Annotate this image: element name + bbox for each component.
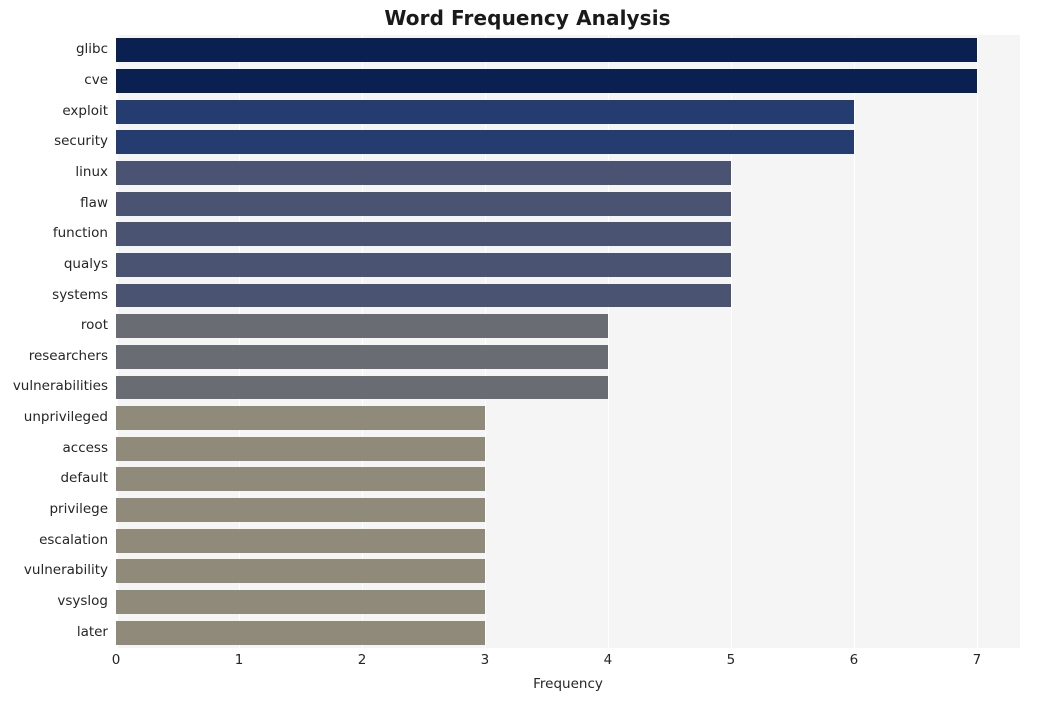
y-axis-labels: glibc cve exploit security linux flaw function… [0,35,116,648]
y-tick-label-root: root [80,317,108,334]
bar-row [116,498,1020,523]
y-tick-label-flaw: flaw [80,194,108,211]
y-tick-label-default: default [60,470,108,487]
bar-row [116,191,1020,216]
y-tick-label-function: function [52,225,108,242]
bar-cve[interactable] [116,69,977,93]
y-tick-label-later: later [76,623,108,640]
bar-security[interactable] [116,130,854,155]
bar-row [116,283,1020,308]
bar-row [116,375,1020,400]
bar-glibc[interactable] [116,38,977,63]
y-tick-label-researchers: researchers [28,347,108,364]
bar-row [116,99,1020,124]
y-tick-label-vulnerabilities: vulnerabilities [12,378,108,395]
plot-area [116,35,1020,648]
bar-exploit[interactable] [116,99,854,124]
y-tick-label-vulnerability: vulnerability [23,562,108,579]
bar-row [116,314,1020,339]
bar-row [116,160,1020,185]
y-tick-label-qualys: qualys [63,255,108,272]
word-frequency-chart: Word Frequency Analysis glibc cve exploit s… [0,0,1055,701]
bar-access[interactable] [116,436,485,461]
x-tick-label-0: 0 [111,652,121,668]
y-tick-label-escalation: escalation [39,531,108,548]
y-tick-label-vsyslog: vsyslog [57,593,108,610]
bar-row [116,436,1020,461]
y-tick-label-privilege: privilege [49,501,108,518]
bar-later[interactable] [116,620,485,645]
y-tick-label-linux: linux [75,163,108,180]
bar-row [116,69,1020,93]
bar-vulnerabilities[interactable] [116,375,608,400]
bar-vulnerability[interactable] [116,559,485,584]
bar-row [116,344,1020,369]
bar-row [116,130,1020,155]
x-tick-label-1: 1 [234,652,244,668]
bars-layer [116,35,1020,648]
bar-function[interactable] [116,222,731,247]
y-tick-label-security: security [54,133,108,150]
bar-escalation[interactable] [116,528,485,553]
bar-row [116,590,1020,614]
y-tick-label-exploit: exploit [62,102,108,119]
bar-row [116,467,1020,492]
x-tick-label-2: 2 [357,652,367,668]
y-tick-label-access: access [62,439,109,456]
y-tick-label-cve: cve [84,71,108,88]
bar-linux[interactable] [116,160,731,185]
x-tick-label-5: 5 [726,652,736,668]
bar-default[interactable] [116,467,485,492]
bar-flaw[interactable] [116,191,731,216]
y-tick-label-systems: systems [52,286,108,303]
bar-row [116,406,1020,431]
bar-systems[interactable] [116,283,731,308]
bar-row [116,252,1020,277]
bar-row [116,222,1020,247]
bar-researchers[interactable] [116,344,608,369]
bar-vsyslog[interactable] [116,590,485,614]
bar-row [116,528,1020,553]
y-tick-label-unprivileged: unprivileged [23,409,108,426]
bar-row [116,559,1020,584]
y-tick-label-glibc: glibc [75,41,108,58]
bar-root[interactable] [116,314,608,339]
x-tick-label-3: 3 [480,652,490,668]
x-axis-label: Frequency [533,676,603,692]
bar-qualys[interactable] [116,252,731,277]
x-tick-label-6: 6 [849,652,859,668]
x-tick-label-7: 7 [972,652,982,668]
bar-row [116,620,1020,645]
bar-privilege[interactable] [116,498,485,523]
x-tick-label-4: 4 [603,652,613,668]
chart-title: Word Frequency Analysis [384,6,671,30]
bar-row [116,38,1020,63]
bar-unprivileged[interactable] [116,406,485,431]
